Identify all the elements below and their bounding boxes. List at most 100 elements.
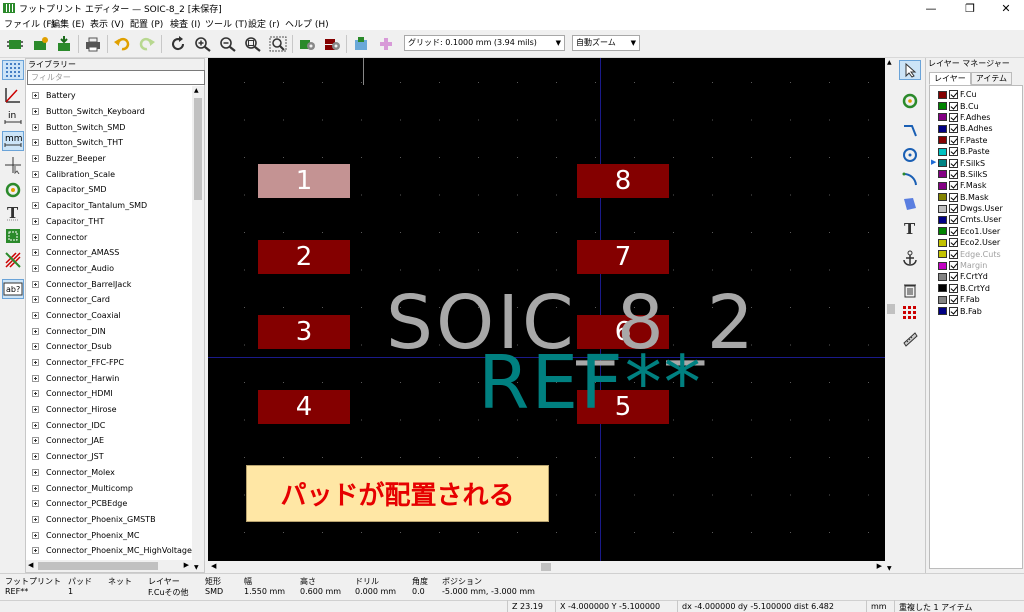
scroll-right-icon[interactable]: ▶ (877, 562, 882, 570)
library-item[interactable]: Connector_Molex (28, 465, 192, 481)
layer-color-swatch[interactable] (938, 159, 947, 168)
library-item[interactable]: Connector_Card (28, 292, 192, 308)
scroll-down-icon[interactable]: ▼ (194, 564, 199, 571)
library-item[interactable]: Connector_JST (28, 449, 192, 465)
layer-visibility-checkbox[interactable] (949, 147, 958, 157)
layer-visibility-checkbox[interactable] (949, 261, 958, 271)
library-item[interactable]: Connector_BarrelJack (28, 276, 192, 292)
zoom-select[interactable]: 自動ズーム ▼ (572, 35, 640, 51)
layer-visibility-checkbox[interactable] (949, 135, 958, 145)
scroll-down-icon[interactable]: ▼ (887, 565, 892, 572)
menu-view[interactable]: 表示 (V) (90, 17, 124, 30)
minimize-button[interactable]: — (914, 0, 948, 16)
layer-row[interactable]: B.SilkS (930, 169, 1022, 180)
tab-items[interactable]: アイテム (970, 72, 1012, 85)
maximize-button[interactable]: ❐ (953, 0, 987, 16)
layer-visibility-checkbox[interactable] (949, 158, 958, 168)
layer-visibility-checkbox[interactable] (949, 124, 958, 134)
canvas-hscroll-thumb[interactable] (541, 563, 551, 571)
pad-7[interactable]: 7 (577, 240, 669, 274)
high-contrast-icon[interactable] (2, 250, 24, 270)
layer-visibility-checkbox[interactable] (949, 169, 958, 179)
library-item[interactable]: Connector_IDC (28, 417, 192, 433)
layer-color-swatch[interactable] (938, 261, 947, 270)
expand-icon[interactable] (32, 327, 39, 335)
layer-color-swatch[interactable] (938, 204, 947, 213)
expand-icon[interactable] (32, 453, 39, 461)
layer-color-swatch[interactable] (938, 193, 947, 202)
layer-visibility-checkbox[interactable] (949, 215, 958, 225)
layer-row[interactable]: Dwgs.User (930, 203, 1022, 214)
menu-tools[interactable]: ツール (T) (205, 17, 247, 30)
library-item[interactable]: Connector_Phoenix_MC (28, 527, 192, 543)
layer-color-swatch[interactable] (938, 215, 947, 224)
zoom-selection-icon[interactable] (268, 34, 288, 54)
layer-row[interactable]: F.Mask (930, 180, 1022, 191)
layer-color-swatch[interactable] (938, 113, 947, 122)
units-inch-icon[interactable]: in (2, 108, 24, 128)
layer-row[interactable]: Edge.Cuts (930, 248, 1022, 259)
expand-icon[interactable] (32, 202, 39, 210)
draw-line-icon[interactable] (899, 121, 921, 141)
polar-coords-icon[interactable] (2, 85, 24, 105)
library-item[interactable]: Connector_Coaxial (28, 308, 192, 324)
menu-place[interactable]: 配置 (P) (130, 17, 163, 30)
library-item[interactable]: Buzzer_Beeper (28, 151, 192, 167)
layer-row[interactable]: F.Fab (930, 294, 1022, 305)
layer-row[interactable]: ▶ F.SilkS (930, 157, 1022, 168)
library-item[interactable]: Button_Switch_SMD (28, 119, 192, 135)
layer-visibility-checkbox[interactable] (949, 101, 958, 111)
expand-icon[interactable] (32, 547, 39, 555)
array-tool-icon[interactable] (899, 303, 921, 323)
menu-file[interactable]: ファイル (F) (4, 17, 55, 30)
library-scroll-thumb[interactable] (194, 98, 202, 200)
pad-3[interactable]: 3 (258, 315, 350, 349)
layer-color-swatch[interactable] (938, 124, 947, 133)
library-scrollbar[interactable]: ▲ ▼ (192, 86, 204, 572)
redraw-icon[interactable] (168, 34, 188, 54)
layer-row[interactable]: Cmts.User (930, 214, 1022, 225)
expand-icon[interactable] (32, 108, 39, 116)
layer-color-swatch[interactable] (938, 250, 947, 259)
layer-visibility-checkbox[interactable] (949, 204, 958, 214)
print-icon[interactable] (83, 34, 103, 54)
expand-icon[interactable] (32, 531, 39, 539)
library-item[interactable]: Connector_JAE (28, 433, 192, 449)
layer-color-swatch[interactable] (938, 170, 947, 179)
pad-4[interactable]: 4 (258, 390, 350, 424)
menu-settings[interactable]: 設定 (r) (248, 17, 280, 30)
load-footprint-icon[interactable] (54, 34, 74, 54)
layer-row[interactable]: F.Adhes (930, 112, 1022, 123)
library-item[interactable]: Capacitor_THT (28, 214, 192, 230)
expand-icon[interactable] (32, 437, 39, 445)
grid-toggle-icon[interactable] (2, 60, 24, 80)
scroll-right-icon[interactable]: ▶ (184, 561, 189, 569)
pad-2[interactable]: 2 (258, 240, 350, 274)
expand-icon[interactable] (32, 186, 39, 194)
expand-icon[interactable] (32, 484, 39, 492)
library-item[interactable]: Connector (28, 229, 192, 245)
cursor-shape-icon[interactable] (2, 155, 24, 175)
layer-visibility-checkbox[interactable] (949, 192, 958, 202)
pad-display-icon[interactable] (2, 180, 24, 200)
expand-icon[interactable] (32, 343, 39, 351)
pad-8[interactable]: 8 (577, 164, 669, 198)
layer-visibility-checkbox[interactable] (949, 181, 958, 191)
layer-color-swatch[interactable] (938, 136, 947, 145)
tab-layers[interactable]: レイヤー (929, 72, 971, 85)
library-filter-input[interactable]: フィルター (27, 70, 205, 85)
draw-circle-icon[interactable] (899, 145, 921, 165)
zoom-out-icon[interactable] (218, 34, 238, 54)
layer-row[interactable]: Eco1.User (930, 226, 1022, 237)
graphic-display-icon[interactable] (2, 226, 24, 246)
library-item[interactable]: Connector_FFC-FPC (28, 355, 192, 371)
library-item[interactable]: Capacitor_Tantalum_SMD (28, 198, 192, 214)
menu-edit[interactable]: 編集 (E) (51, 17, 85, 30)
delete-tool-icon[interactable] (899, 280, 921, 300)
add-text-icon[interactable]: T (899, 218, 921, 238)
expand-icon[interactable] (32, 139, 39, 147)
layer-visibility-checkbox[interactable] (949, 238, 958, 248)
expand-icon[interactable] (32, 217, 39, 225)
library-item[interactable]: Connector_Phoenix_GMSTB (28, 512, 192, 528)
layer-visibility-checkbox[interactable] (949, 249, 958, 259)
